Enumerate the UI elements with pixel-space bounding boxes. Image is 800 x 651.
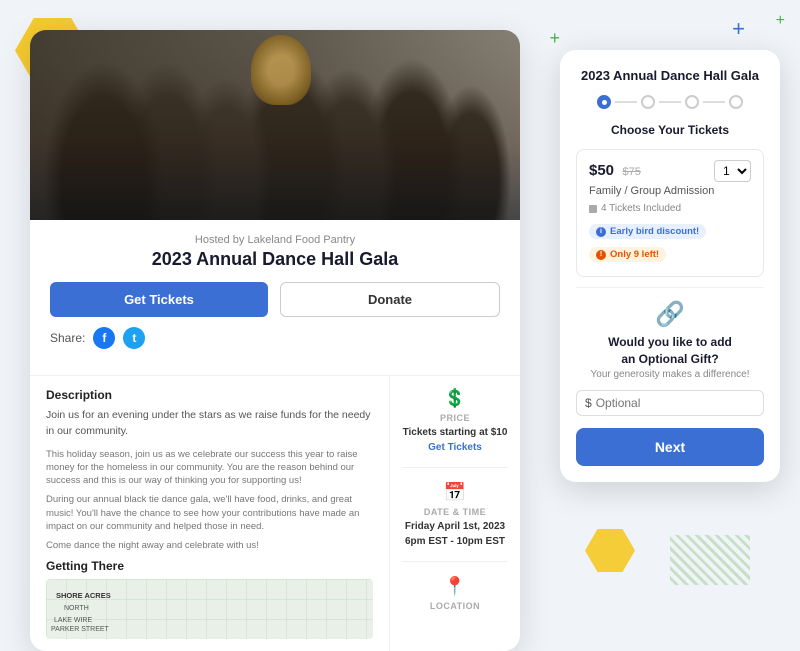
- next-button[interactable]: Next: [576, 428, 764, 466]
- location-icon: 📍: [444, 576, 466, 597]
- event-hero-image: [30, 30, 520, 220]
- ticket-price-old: $75: [622, 166, 640, 178]
- panel-section-title: Choose Your Tickets: [576, 123, 764, 137]
- optional-gift-section: 🔗 Would you like to add an Optional Gift…: [576, 287, 764, 466]
- date-info-block: 📅 DATE & TIME Friday April 1st, 2023 6pm…: [402, 482, 508, 547]
- gift-subtitle: Your generosity makes a difference!: [576, 369, 764, 380]
- ticket-included-label: 4 Tickets Included: [601, 203, 681, 214]
- stripe-bottom-right: [670, 535, 750, 585]
- step-line-1: [615, 101, 637, 103]
- early-bird-badge: i Early bird discount!: [589, 224, 706, 239]
- price-label: PRICE: [440, 413, 470, 423]
- time-value: 6pm EST - 10pm EST: [405, 536, 505, 547]
- step-line-2: [659, 101, 681, 103]
- step-3: [685, 95, 699, 109]
- price-icon: 💲: [444, 388, 466, 409]
- hosted-by-label: Hosted by Lakeland Food Pantry: [50, 234, 500, 246]
- share-label: Share:: [50, 331, 85, 345]
- gift-title-line2: an Optional Gift?: [576, 352, 764, 366]
- getting-there-title: Getting There: [46, 559, 373, 573]
- step-line-3: [703, 101, 725, 103]
- twitter-share-icon[interactable]: t: [123, 327, 145, 349]
- description-text-4: Come dance the night away and celebrate …: [46, 539, 373, 552]
- date-value: Friday April 1st, 2023: [405, 521, 505, 532]
- event-body: Description Join us for an evening under…: [30, 375, 520, 651]
- ticket-included-row: 4 Tickets Included: [589, 203, 751, 214]
- event-actions: Get Tickets Donate: [50, 282, 500, 317]
- early-bird-icon: i: [596, 227, 606, 237]
- limited-badge: ! Only 9 left!: [589, 247, 666, 262]
- ticket-price-new: $50: [589, 162, 614, 179]
- description-text-3: During our annual black tie dance gala, …: [46, 493, 373, 533]
- price-info-block: 💲 PRICE Tickets starting at $10 Get Tick…: [402, 388, 508, 453]
- map-placeholder: SHORE ACRES NORTH LAKE WIRE PARKER STREE…: [46, 579, 373, 639]
- step-1: [597, 95, 611, 109]
- plus-top-right-1: +: [732, 18, 745, 40]
- plus-top-center: +: [549, 28, 560, 49]
- hex-yellow-bottom-right: [585, 529, 635, 572]
- ticket-price-row: $50 $75 1 2 3 4: [589, 160, 751, 182]
- ticket-included-dot: [589, 205, 597, 213]
- ticket-panel-title: 2023 Annual Dance Hall Gala: [576, 68, 764, 83]
- get-tickets-button[interactable]: Get Tickets: [50, 282, 268, 317]
- description-text-2: This holiday season, join us as we celeb…: [46, 448, 373, 488]
- map-label-shore-acres: SHORE ACRES: [56, 591, 111, 600]
- gift-title-line1: Would you like to add: [576, 335, 764, 349]
- location-label: LOCATION: [430, 601, 480, 611]
- price-value: Tickets starting at $10: [403, 427, 508, 438]
- step-2: [641, 95, 655, 109]
- gift-dollar-sign: $: [585, 396, 592, 410]
- ticket-item: $50 $75 1 2 3 4 Family / Group Admission…: [576, 149, 764, 277]
- location-info-block: 📍 LOCATION: [402, 576, 508, 611]
- event-card: Hosted by Lakeland Food Pantry 2023 Annu…: [30, 30, 520, 651]
- map-label-parker: PARKER STREET: [51, 626, 109, 633]
- info-divider-2: [402, 561, 508, 562]
- description-text-1: Join us for an evening under the stars a…: [46, 408, 373, 440]
- facebook-share-icon[interactable]: f: [93, 327, 115, 349]
- ticket-name: Family / Group Admission: [589, 185, 751, 197]
- plus-top-right-2: +: [776, 12, 785, 30]
- gift-amount-input[interactable]: [596, 396, 755, 410]
- price-get-tickets-link[interactable]: Get Tickets: [428, 442, 482, 453]
- event-sidebar-info: 💲 PRICE Tickets starting at $10 Get Tick…: [390, 376, 520, 651]
- share-row: Share: f t: [50, 327, 500, 349]
- description-title: Description: [46, 388, 373, 402]
- gift-input-wrap: $: [576, 390, 764, 416]
- event-description-section: Description Join us for an evening under…: [30, 376, 390, 651]
- event-title: 2023 Annual Dance Hall Gala: [50, 249, 500, 270]
- ticket-badges: i Early bird discount! ! Only 9 left!: [589, 220, 751, 266]
- hero-floral-decoration: [251, 35, 311, 105]
- ticket-quantity-select[interactable]: 1 2 3 4: [714, 160, 751, 182]
- event-info-section: Hosted by Lakeland Food Pantry 2023 Annu…: [30, 220, 520, 375]
- map-label-lake-wire: LAKE WIRE: [54, 617, 92, 624]
- gift-icon: 🔗: [576, 300, 764, 329]
- ticket-price-display: $50 $75: [589, 162, 641, 180]
- progress-steps: [576, 95, 764, 109]
- map-label-north: NORTH: [64, 605, 89, 612]
- ticket-panel: 2023 Annual Dance Hall Gala Choose Your …: [560, 50, 780, 482]
- limited-icon: !: [596, 250, 606, 260]
- donate-button[interactable]: Donate: [280, 282, 500, 317]
- date-label: DATE & TIME: [424, 507, 486, 517]
- step-4: [729, 95, 743, 109]
- date-icon: 📅: [444, 482, 466, 503]
- info-divider-1: [402, 467, 508, 468]
